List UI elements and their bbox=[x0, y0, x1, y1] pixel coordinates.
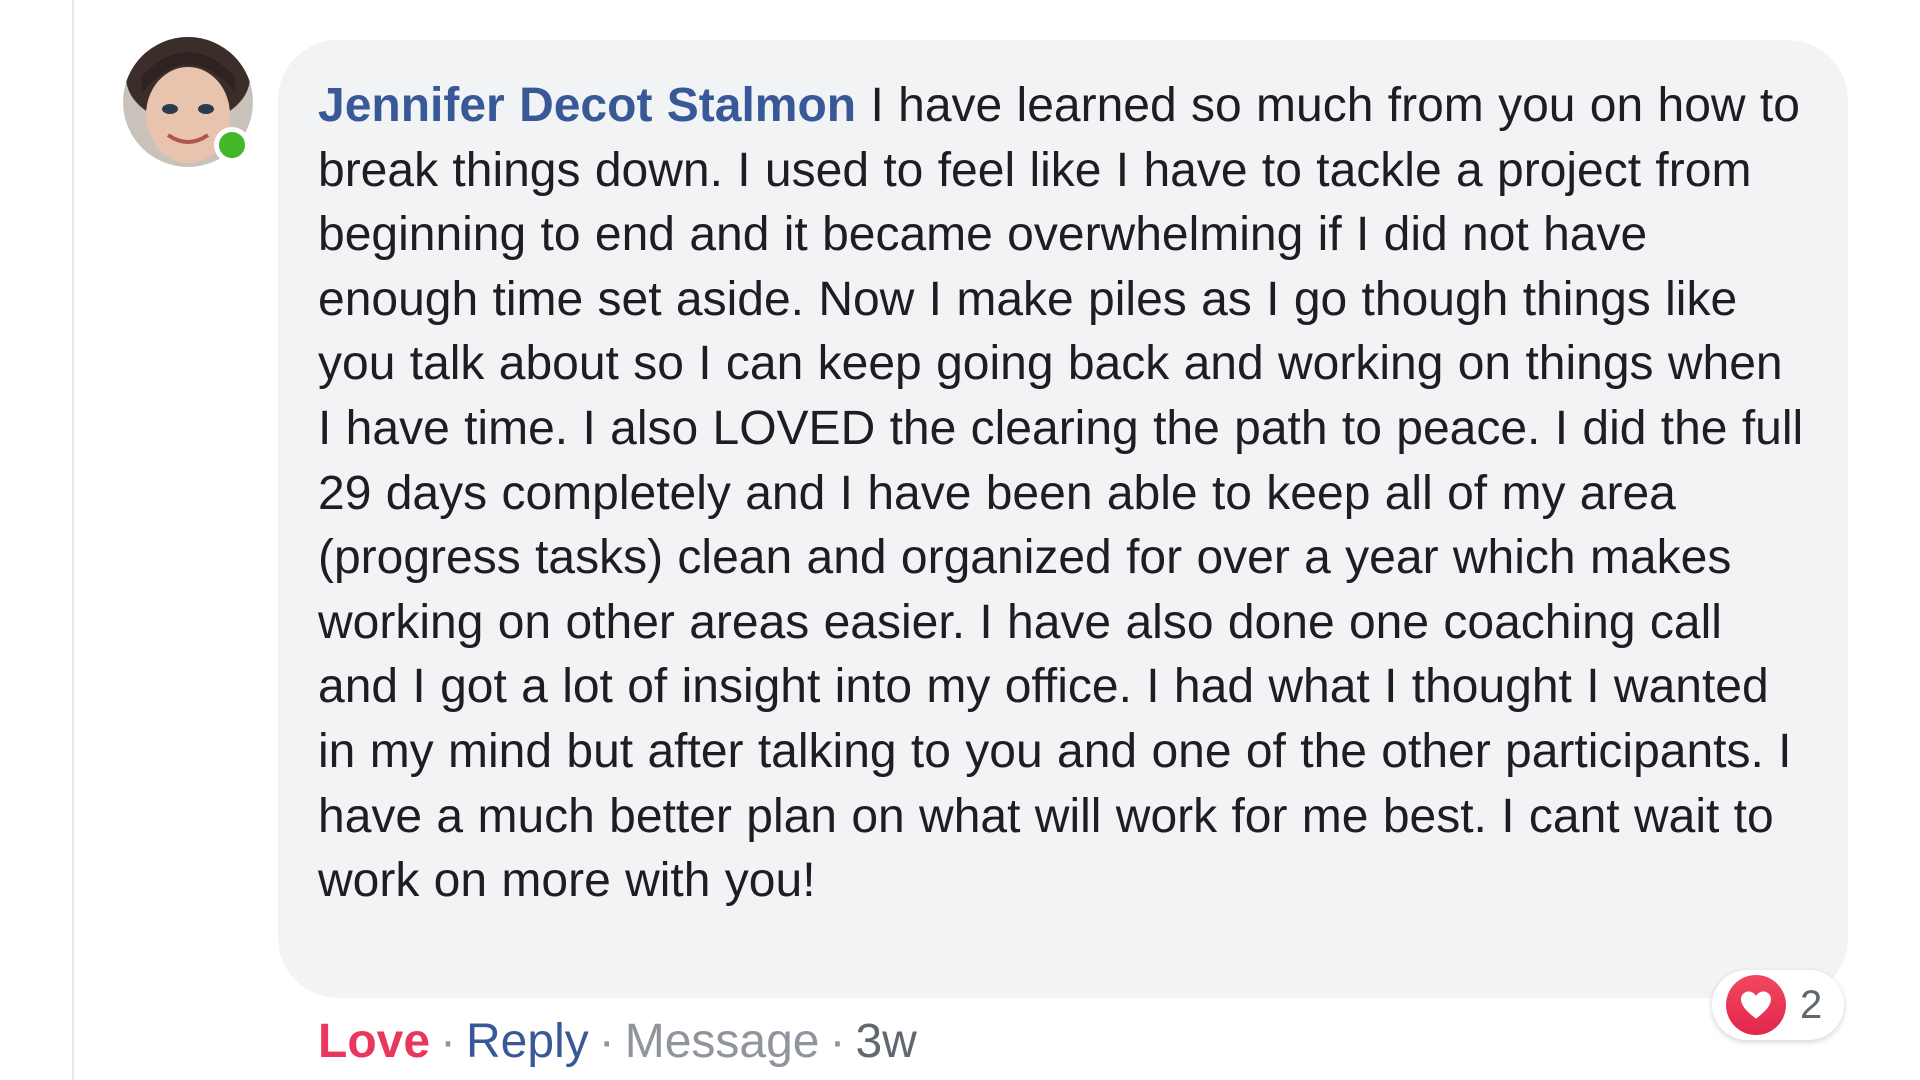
reaction-count: 2 bbox=[1800, 982, 1823, 1027]
comment-actions: Love · Reply · Message · 3w bbox=[318, 1012, 917, 1072]
comment-text: I have learned so much from you on how t… bbox=[318, 79, 1804, 908]
comment-timestamp[interactable]: 3w bbox=[855, 1015, 916, 1068]
separator: · bbox=[829, 1015, 846, 1068]
avatar[interactable] bbox=[123, 37, 253, 167]
reactions-summary[interactable]: 2 bbox=[1712, 970, 1845, 1040]
reply-button[interactable]: Reply bbox=[466, 1015, 589, 1068]
comment-body: Jennifer Decot Stalmon I have learned so… bbox=[318, 74, 1808, 914]
separator: · bbox=[440, 1015, 457, 1068]
separator: · bbox=[598, 1015, 615, 1068]
online-status-icon bbox=[214, 127, 250, 163]
comment-thread: Jennifer Decot Stalmon I have learned so… bbox=[0, 0, 1920, 1080]
heart-icon bbox=[1726, 975, 1786, 1035]
thread-line bbox=[72, 0, 74, 1080]
love-button[interactable]: Love bbox=[318, 1015, 430, 1068]
comment-bubble: Jennifer Decot Stalmon I have learned so… bbox=[278, 40, 1848, 998]
author-name-link[interactable]: Jennifer Decot Stalmon bbox=[318, 79, 856, 132]
message-button[interactable]: Message bbox=[625, 1015, 820, 1068]
